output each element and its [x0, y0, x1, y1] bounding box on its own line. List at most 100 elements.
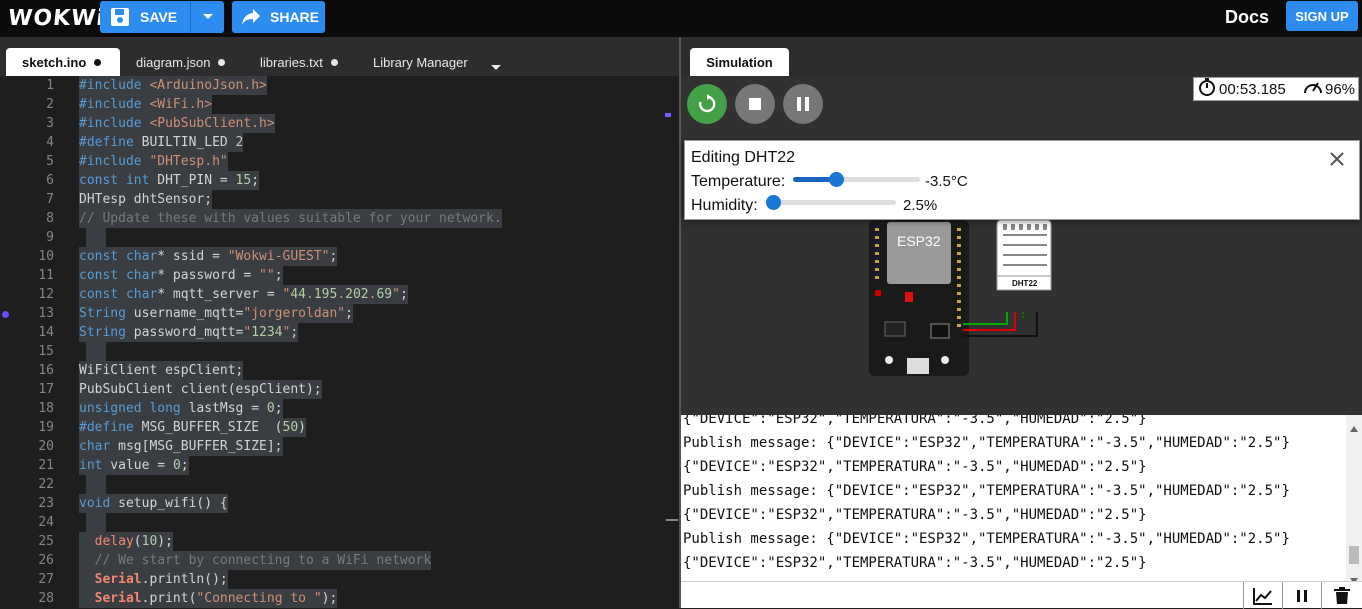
pause-serial-button[interactable] — [1282, 582, 1320, 609]
code-line[interactable]: const char* mqtt_server = "44.195.202.69… — [79, 285, 408, 304]
code-line[interactable]: String password_mqtt="1234"; — [79, 323, 299, 342]
plotter-button[interactable] — [1243, 582, 1281, 609]
save-dropdown-button[interactable] — [190, 1, 224, 33]
line-number: 23 — [38, 496, 54, 511]
restart-button[interactable] — [687, 84, 727, 124]
code-line[interactable]: DHTesp dhtSensor; — [79, 190, 213, 209]
code-line[interactable] — [86, 228, 106, 247]
line-number: 18 — [38, 401, 54, 416]
serial-output-line: {"DEVICE":"ESP32","TEMPERATURA":"-3.5","… — [683, 555, 1147, 571]
code-line[interactable]: // Update these with values suitable for… — [79, 209, 502, 228]
tab-diagram-json[interactable]: diagram.json — [136, 48, 226, 76]
simulation-speed: 96% — [1325, 80, 1356, 98]
line-number: 27 — [38, 572, 54, 587]
scroll-thumb[interactable] — [1349, 546, 1359, 564]
code-line[interactable]: const char* password = ""; — [79, 266, 283, 285]
breakpoint-marker — [2, 311, 9, 318]
tab-label: sketch.ino — [22, 54, 87, 70]
simulation-canvas[interactable]: ESP32 DHT22 — [681, 76, 1362, 415]
code-line[interactable]: char msg[MSG_BUFFER_SIZE]; — [79, 437, 283, 456]
code-line[interactable]: int value = 0; — [79, 456, 189, 475]
share-label: SHARE — [270, 9, 320, 25]
code-line[interactable] — [86, 513, 106, 532]
code-line[interactable]: #include <PubSubClient.h> — [79, 114, 275, 133]
temperature-slider[interactable] — [793, 172, 920, 187]
code-line[interactable]: Serial.print("Connecting to "); — [79, 589, 338, 608]
code-line[interactable]: void setup_wifi() { — [79, 494, 228, 513]
serial-scrollbar[interactable] — [1346, 415, 1362, 584]
line-number: 28 — [38, 591, 54, 606]
code-line[interactable]: PubSubClient client(espClient); — [79, 380, 322, 399]
share-button[interactable]: SHARE — [232, 1, 325, 33]
line-number: 2 — [46, 97, 54, 112]
code-line[interactable]: #define BUILTIN_LED 2 — [79, 133, 244, 152]
unsaved-dot-icon — [218, 58, 226, 66]
elapsed-time: 00:53.185 — [1219, 80, 1286, 98]
scroll-up-icon[interactable] — [1350, 419, 1358, 437]
stopwatch-icon — [1198, 78, 1216, 100]
line-number: 15 — [38, 344, 54, 359]
line-number: 24 — [38, 515, 54, 530]
save-label: SAVE — [140, 9, 178, 25]
line-number: 9 — [46, 230, 54, 245]
save-button[interactable]: SAVE — [100, 1, 224, 33]
code-line[interactable]: const int DHT_PIN = 15; — [79, 171, 260, 190]
code-line[interactable]: const char* ssid = "Wokwi-GUEST"; — [79, 247, 338, 266]
code-line[interactable]: #include "DHTesp.h" — [79, 152, 228, 171]
chart-icon — [1252, 587, 1272, 605]
serial-output-line: {"DEVICE":"ESP32","TEMPERATURA":"-3.5","… — [683, 459, 1147, 475]
code-line[interactable]: unsigned long lastMsg = 0; — [79, 399, 283, 418]
stop-button[interactable] — [735, 84, 775, 124]
temperature-value: -3.5°C — [925, 173, 968, 190]
line-number: 3 — [46, 116, 54, 131]
code-line[interactable]: Serial.println(); — [79, 570, 228, 589]
pause-button[interactable] — [783, 84, 823, 124]
tab-label: Library Manager — [373, 54, 468, 70]
tab-libraries-txt[interactable]: libraries.txt — [260, 48, 338, 76]
line-number: 21 — [38, 458, 54, 473]
scroll-marker — [665, 113, 671, 117]
code-line[interactable]: delay(10); — [79, 532, 173, 551]
tab-simulation[interactable]: Simulation — [690, 48, 789, 76]
clear-serial-button[interactable] — [1321, 582, 1362, 609]
line-number: 16 — [38, 363, 54, 378]
close-icon[interactable] — [1329, 151, 1345, 172]
slider-handle[interactable] — [765, 195, 781, 210]
tab-library-manager[interactable]: Library Manager — [373, 48, 468, 76]
wokwi-logo[interactable]: WOKWi — [7, 6, 106, 31]
line-number-gutter: 1 2 3 4 5 6 7 8 9 10 11 12 13 14 15 16 17 18 19 20 21 22 23 24 2… — [0, 76, 66, 608]
code-line[interactable]: #include <WiFi.h> — [79, 95, 213, 114]
stop-icon — [749, 98, 761, 110]
dht22-edit-dialog: Editing DHT22 Temperature: -3.5°C Humidi… — [684, 140, 1360, 220]
code-line[interactable] — [86, 342, 106, 361]
serial-toolbar — [681, 581, 1362, 609]
code-line[interactable]: #define MSG_BUFFER_SIZE (50) — [79, 418, 306, 437]
humidity-slider[interactable] — [765, 195, 896, 210]
code-editor[interactable]: 1 2 3 4 5 6 7 8 9 10 11 12 13 14 15 16 17 18 19 20 21 22 23 24 2… — [0, 76, 679, 608]
sign-up-button[interactable]: SIGN UP — [1286, 1, 1358, 31]
code-line[interactable]: WiFiClient espClient; — [79, 361, 244, 380]
unsaved-dot-icon — [330, 58, 338, 66]
restart-icon — [699, 94, 716, 113]
editor-tab-bar: sketch.ino diagram.json libraries.txt Li… — [0, 37, 679, 76]
slider-handle[interactable] — [829, 172, 845, 187]
tabs-menu-chevron-icon[interactable] — [491, 58, 501, 76]
code-line[interactable]: #include <ArduinoJson.h> — [79, 76, 267, 95]
pause-icon — [797, 97, 809, 111]
code-line[interactable]: // We start by connecting to a WiFi netw… — [79, 551, 432, 570]
chip-label: ESP32 — [897, 233, 941, 249]
code-line[interactable] — [86, 475, 106, 494]
docs-link[interactable]: Docs — [1225, 7, 1269, 28]
humidity-label: Humidity: — [691, 197, 758, 214]
line-number: 17 — [38, 382, 54, 397]
serial-monitor[interactable]: {"DEVICE":"ESP32","TEMPERATURA":"-3.5","… — [681, 415, 1362, 581]
tab-sketch-ino[interactable]: sketch.ino — [6, 48, 120, 76]
humidity-value: 2.5% — [903, 197, 938, 214]
tab-label: libraries.txt — [260, 54, 323, 70]
code-line[interactable]: String username_mqtt="jorgeroldan"; — [79, 304, 353, 323]
chevron-down-icon — [202, 14, 213, 19]
serial-output-line: Publish message: {"DEVICE":"ESP32","TEMP… — [683, 435, 1290, 451]
line-number: 5 — [46, 154, 54, 169]
speedometer-icon — [1303, 78, 1323, 100]
minimap-indicator — [666, 519, 678, 521]
